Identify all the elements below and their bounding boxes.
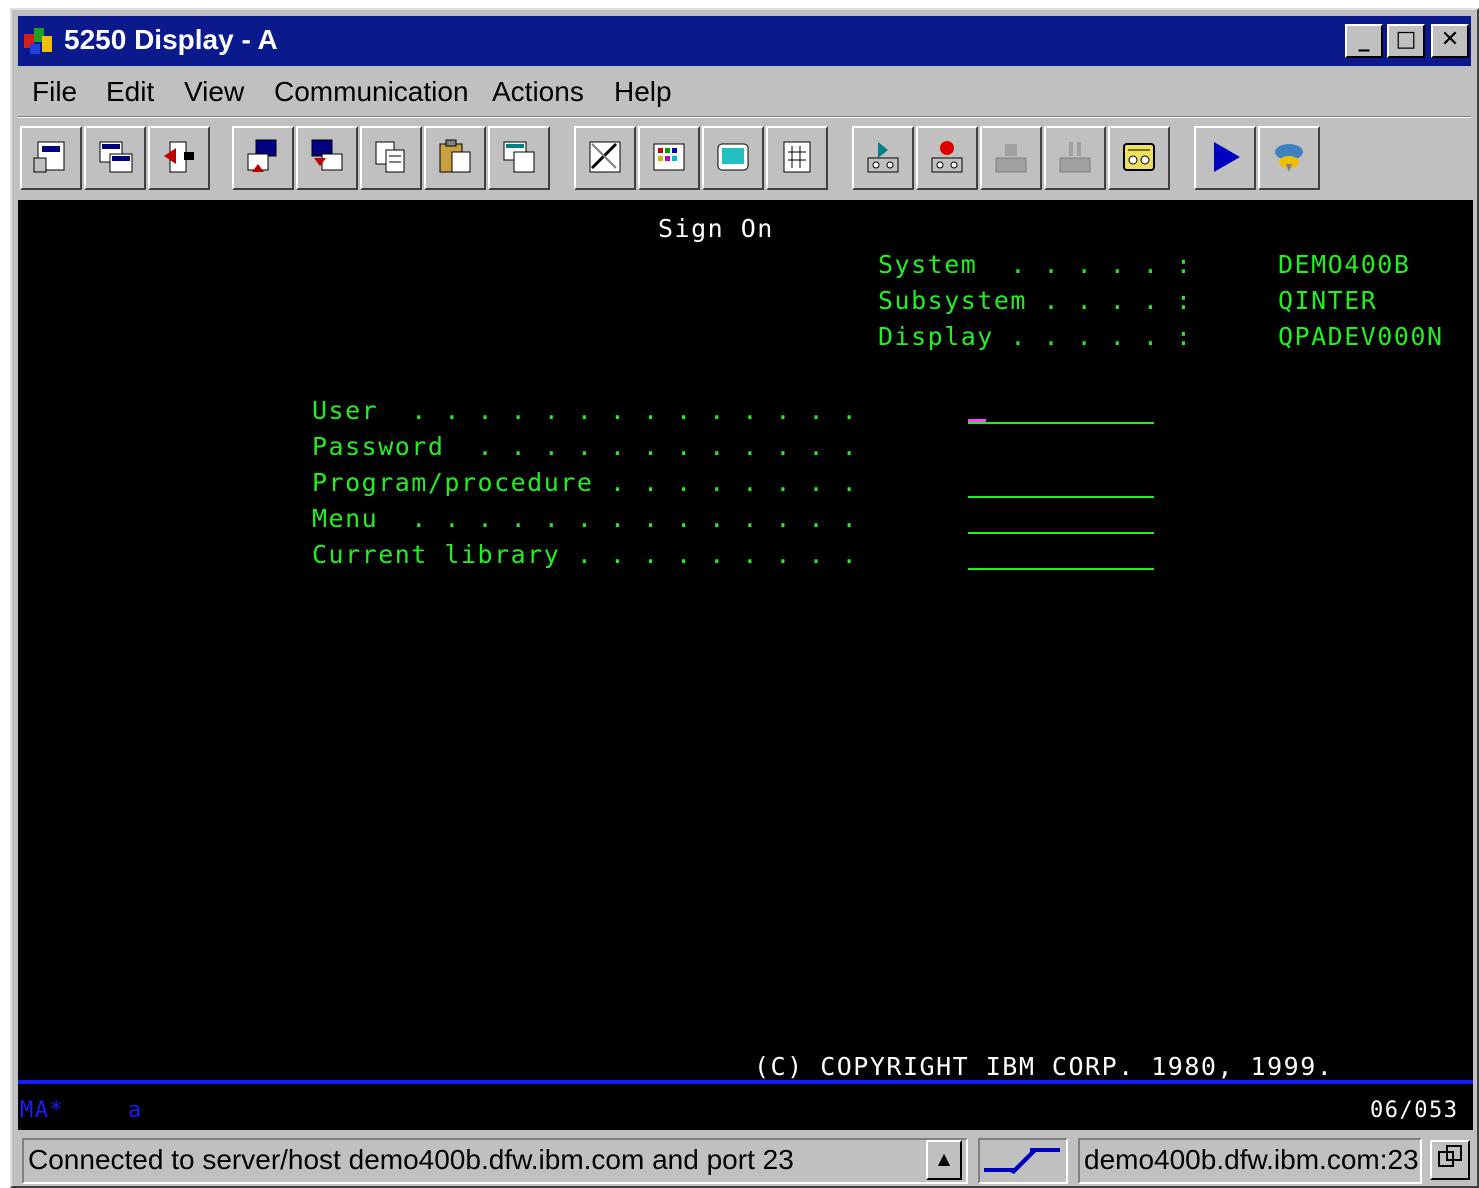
minimize-button[interactable]: _: [1345, 24, 1383, 58]
record-macro-button[interactable]: [916, 126, 978, 190]
color-map-button[interactable]: [638, 126, 700, 190]
copy-button[interactable]: [360, 126, 422, 190]
menu-file[interactable]: File: [32, 76, 77, 108]
terminal-screen[interactable]: Sign On System . . . . . : DEMO400B Subs…: [18, 200, 1473, 1130]
disconnect-icon: [164, 141, 194, 173]
cursor-position: 06/053: [1370, 1098, 1459, 1123]
macro-button[interactable]: [574, 126, 636, 190]
pause-macro-button[interactable]: [1044, 126, 1106, 190]
program-label: Program/procedure . . . . . . . .: [312, 468, 859, 497]
edit-paste-button[interactable]: [488, 126, 550, 190]
menu-edit[interactable]: Edit: [106, 76, 154, 108]
password-label: Password . . . . . . . . . . . .: [312, 432, 859, 461]
status-message: Connected to server/host demo400b.dfw.ib…: [22, 1138, 968, 1184]
keyboard-map-button[interactable]: [702, 126, 764, 190]
tape-icon: [1123, 143, 1155, 171]
status-scroll-up-button[interactable]: ▲: [926, 1140, 962, 1180]
display-label: Display . . . . . :: [878, 322, 1193, 351]
system-value: DEMO400B: [1278, 250, 1411, 279]
connection-indicator: [978, 1138, 1068, 1184]
print-screen-button[interactable]: [20, 126, 82, 190]
program-input-underline: [968, 496, 1154, 498]
stop-macro-button[interactable]: [980, 126, 1042, 190]
color-map-icon: [653, 143, 685, 171]
menu-help[interactable]: Help: [614, 76, 672, 108]
host-address: demo400b.dfw.ibm.com:23: [1078, 1138, 1422, 1184]
menu-label: Menu . . . . . . . . . . . . . .: [312, 504, 859, 533]
pause-macro-icon: [1059, 142, 1091, 173]
receive-button[interactable]: [296, 126, 358, 190]
oia-indicator: MA*: [20, 1098, 65, 1123]
help-icon: [1275, 144, 1303, 172]
keyboard-map-icon: [717, 143, 749, 171]
maximize-button[interactable]: □: [1387, 24, 1425, 58]
user-label: User . . . . . . . . . . . . . .: [312, 396, 859, 425]
paste-button[interactable]: [424, 126, 486, 190]
send-icon: [247, 139, 277, 172]
menu-bar: File Edit View Communication Actions Hel…: [18, 70, 1471, 116]
status-bar: Connected to server/host demo400b.dfw.ib…: [18, 1134, 1473, 1184]
connection-icon: [984, 1148, 1060, 1174]
toolbar: [18, 122, 1471, 198]
display-value: QPADEV000N: [1278, 322, 1444, 351]
print-screen-icon: [33, 141, 65, 173]
record-macro-icon: [931, 141, 963, 173]
session-icon: [1438, 1145, 1462, 1167]
paste-icon: [439, 139, 471, 173]
edit-paste-icon: [503, 141, 535, 173]
run-icon: [1214, 142, 1240, 172]
session-button[interactable]: [1430, 1140, 1470, 1180]
menu-communication[interactable]: Communication: [274, 76, 469, 108]
stop-macro-icon: [995, 144, 1027, 173]
send-button[interactable]: [232, 126, 294, 190]
disconnect-button[interactable]: [148, 126, 210, 190]
tape-button[interactable]: [1108, 126, 1170, 190]
text-cursor: [968, 419, 986, 422]
keypad-icon: [783, 141, 811, 173]
title-bar[interactable]: 5250 Display - A _ □ ✕: [18, 16, 1471, 66]
macro-icon: [589, 141, 621, 173]
subsystem-value: QINTER: [1278, 286, 1378, 315]
toolbar-separator: [18, 116, 1471, 118]
system-label: System . . . . . :: [878, 250, 1193, 279]
menu-input-underline: [968, 532, 1154, 534]
screen-title: Sign On: [658, 214, 774, 243]
library-label: Current library . . . . . . . . .: [312, 540, 859, 569]
play-macro-icon: [867, 142, 899, 173]
close-button[interactable]: ✕: [1431, 24, 1469, 58]
menu-actions[interactable]: Actions: [492, 76, 584, 108]
play-macro-button[interactable]: [852, 126, 914, 190]
copy-icon: [375, 141, 405, 173]
subsystem-label: Subsystem . . . . :: [878, 286, 1193, 315]
oia-mode: a: [128, 1098, 143, 1123]
keypad-button[interactable]: [766, 126, 828, 190]
user-input-underline: [968, 422, 1154, 424]
window-title: 5250 Display - A: [64, 24, 278, 55]
emulator-window: 5250 Display - A _ □ ✕ File Edit View Co…: [10, 8, 1479, 1188]
menu-view[interactable]: View: [184, 76, 244, 108]
app-icon: [24, 28, 52, 54]
oia-separator: [18, 1080, 1473, 1084]
library-input-underline: [968, 568, 1154, 570]
print-setup-button[interactable]: [84, 126, 146, 190]
help-button[interactable]: [1258, 126, 1320, 190]
receive-icon: [311, 139, 343, 171]
print-setup-icon: [99, 141, 133, 173]
copyright-text: (C) COPYRIGHT IBM CORP. 1980, 1999.: [754, 1052, 1334, 1081]
run-button[interactable]: [1194, 126, 1256, 190]
